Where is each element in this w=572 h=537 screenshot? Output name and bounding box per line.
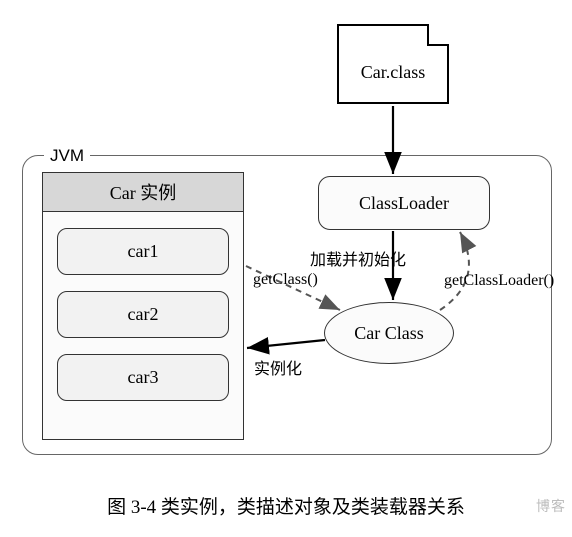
instance-car2: car2 <box>57 291 229 338</box>
figure-caption: 图 3-4 类实例，类描述对象及类装载器关系 <box>0 492 572 519</box>
instance-car1: car1 <box>57 228 229 275</box>
label-instantiate: 实例化 <box>254 355 302 379</box>
instance-car3: car3 <box>57 354 229 401</box>
class-object-label: Car Class <box>354 323 424 344</box>
instances-panel: Car 实例 car1 car2 car3 <box>42 172 244 440</box>
classloader-node: ClassLoader <box>318 176 490 230</box>
watermark: 博客 <box>536 496 566 516</box>
instances-header: Car 实例 <box>43 173 243 212</box>
file-dogear <box>427 24 449 46</box>
class-object-node: Car Class <box>324 302 454 364</box>
label-getclass: getClass() <box>253 271 318 289</box>
label-load-init: 加载并初始化 <box>310 246 406 270</box>
label-getclassloader: getClassLoader() <box>444 272 554 290</box>
file-node: Car.class <box>337 24 449 104</box>
jvm-title: JVM <box>44 146 90 166</box>
classloader-label: ClassLoader <box>359 193 449 214</box>
diagram-canvas: Car.class JVM Car 实例 car1 car2 car3 Clas… <box>0 0 572 537</box>
file-label: Car.class <box>339 62 447 83</box>
